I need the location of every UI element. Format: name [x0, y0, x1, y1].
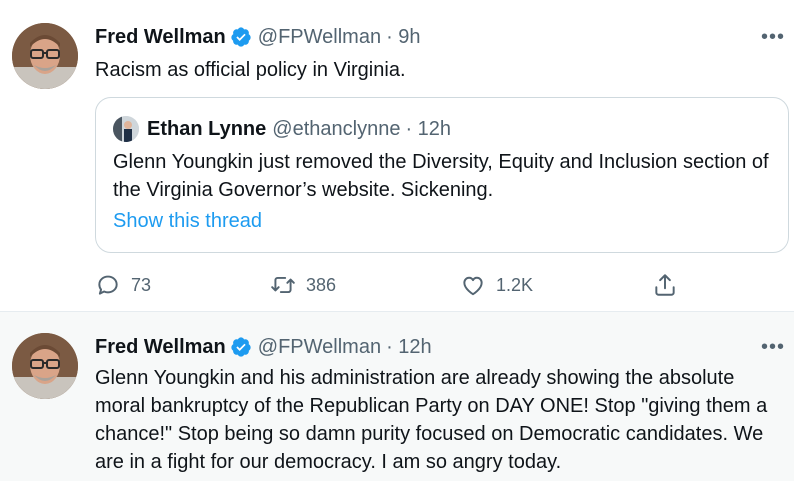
verified-badge-icon: [231, 337, 251, 357]
quoted-tweet[interactable]: Ethan Lynne @ethanclynne · 12h Glenn You…: [95, 97, 789, 253]
quoted-timestamp: · 12h: [405, 117, 452, 140]
more-options-icon[interactable]: •••: [760, 337, 786, 357]
reply-button[interactable]: 73: [95, 270, 151, 300]
tweet-text: Racism as official policy in Virginia.: [95, 59, 406, 81]
show-thread-link[interactable]: Show this thread: [113, 210, 262, 233]
retweet-button[interactable]: 386: [270, 270, 336, 300]
avatar-photo-icon: [12, 333, 78, 399]
tweet-timestamp[interactable]: · 9h: [386, 26, 420, 49]
like-button[interactable]: 1.2K: [460, 270, 533, 300]
author-handle[interactable]: @FPWellman: [258, 336, 381, 359]
author-name[interactable]: Fred Wellman: [95, 336, 226, 359]
author-name[interactable]: Fred Wellman: [95, 26, 226, 49]
retweet-icon: [271, 276, 295, 294]
avatar[interactable]: [12, 333, 78, 399]
tweet[interactable]: Fred Wellman @FPWellman · 12h ••• Glenn …: [0, 312, 794, 481]
tweet-text: Glenn Youngkin and his administration ar…: [95, 367, 768, 473]
tweet[interactable]: Fred Wellman @FPWellman · 9h ••• Racism …: [0, 0, 794, 312]
tweet-header: Fred Wellman @FPWellman · 9h: [95, 24, 421, 50]
avatar-photo-icon: [12, 23, 78, 89]
share-button[interactable]: [652, 270, 688, 300]
heart-icon: [463, 276, 483, 296]
more-options-icon[interactable]: •••: [760, 27, 786, 47]
reply-count: 73: [131, 274, 152, 295]
like-count: 1.2K: [496, 274, 534, 295]
share-icon: [655, 274, 675, 296]
quoted-avatar-photo-icon: [113, 116, 139, 142]
reply-icon: [98, 275, 118, 295]
quoted-author-name: Ethan Lynne: [147, 117, 267, 140]
quoted-header: Ethan Lynne @ethanclynne · 12h: [147, 116, 451, 142]
quoted-author-handle: @ethanclynne: [272, 117, 401, 140]
tweet-timestamp[interactable]: · 12h: [386, 336, 432, 359]
retweet-count: 386: [306, 274, 337, 295]
author-handle[interactable]: @FPWellman: [258, 26, 381, 49]
quoted-avatar: [113, 116, 139, 142]
verified-badge-icon: [231, 27, 251, 47]
tweet-actions: 73 386 1.2K: [95, 270, 695, 300]
tweet-header: Fred Wellman @FPWellman · 12h: [95, 334, 432, 360]
avatar[interactable]: [12, 23, 78, 89]
quoted-text: Glenn Youngkin just removed the Diversit…: [113, 151, 769, 201]
